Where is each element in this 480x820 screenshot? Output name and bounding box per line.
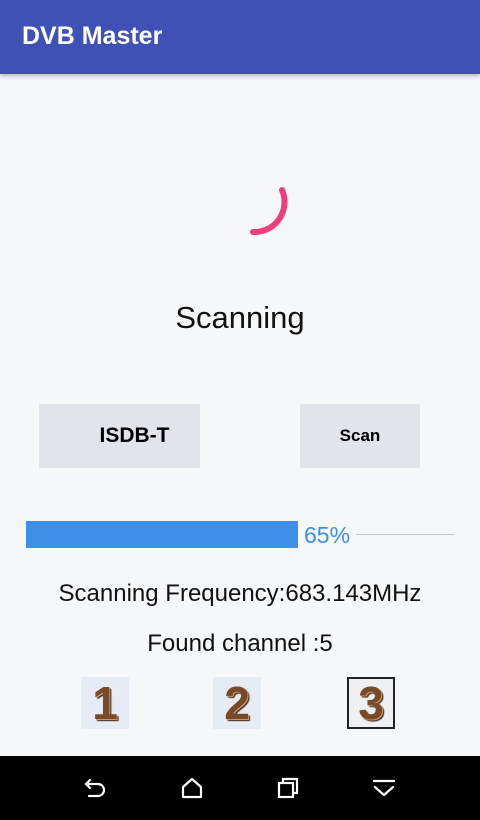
home-icon[interactable] (178, 774, 206, 802)
system-navigation-bar (0, 756, 480, 820)
back-icon[interactable] (82, 774, 110, 802)
standard-select-button[interactable]: ISDB-T (39, 404, 200, 468)
scan-progress-bar: 65% (26, 521, 454, 549)
menu-down-icon[interactable] (370, 774, 398, 802)
scan-button[interactable]: Scan (300, 404, 420, 468)
app-title: DVB Master (22, 22, 163, 50)
step-3-indicator: 3 (347, 677, 395, 729)
found-channel-text: Found channel :5 (147, 630, 333, 657)
scan-status-text: Scanning (175, 300, 305, 335)
loading-spinner-icon (250, 187, 288, 236)
app-bar: DVB Master (0, 0, 480, 74)
progress-track (356, 534, 454, 535)
progress-percent-label: 65% (300, 522, 355, 549)
scanning-frequency-text: Scanning Frequency:683.143MHz (58, 580, 422, 607)
step-1-indicator: 1 (81, 677, 129, 729)
progress-fill (26, 521, 298, 548)
step-2-indicator: 2 (213, 677, 261, 729)
recent-apps-icon[interactable] (274, 774, 302, 802)
